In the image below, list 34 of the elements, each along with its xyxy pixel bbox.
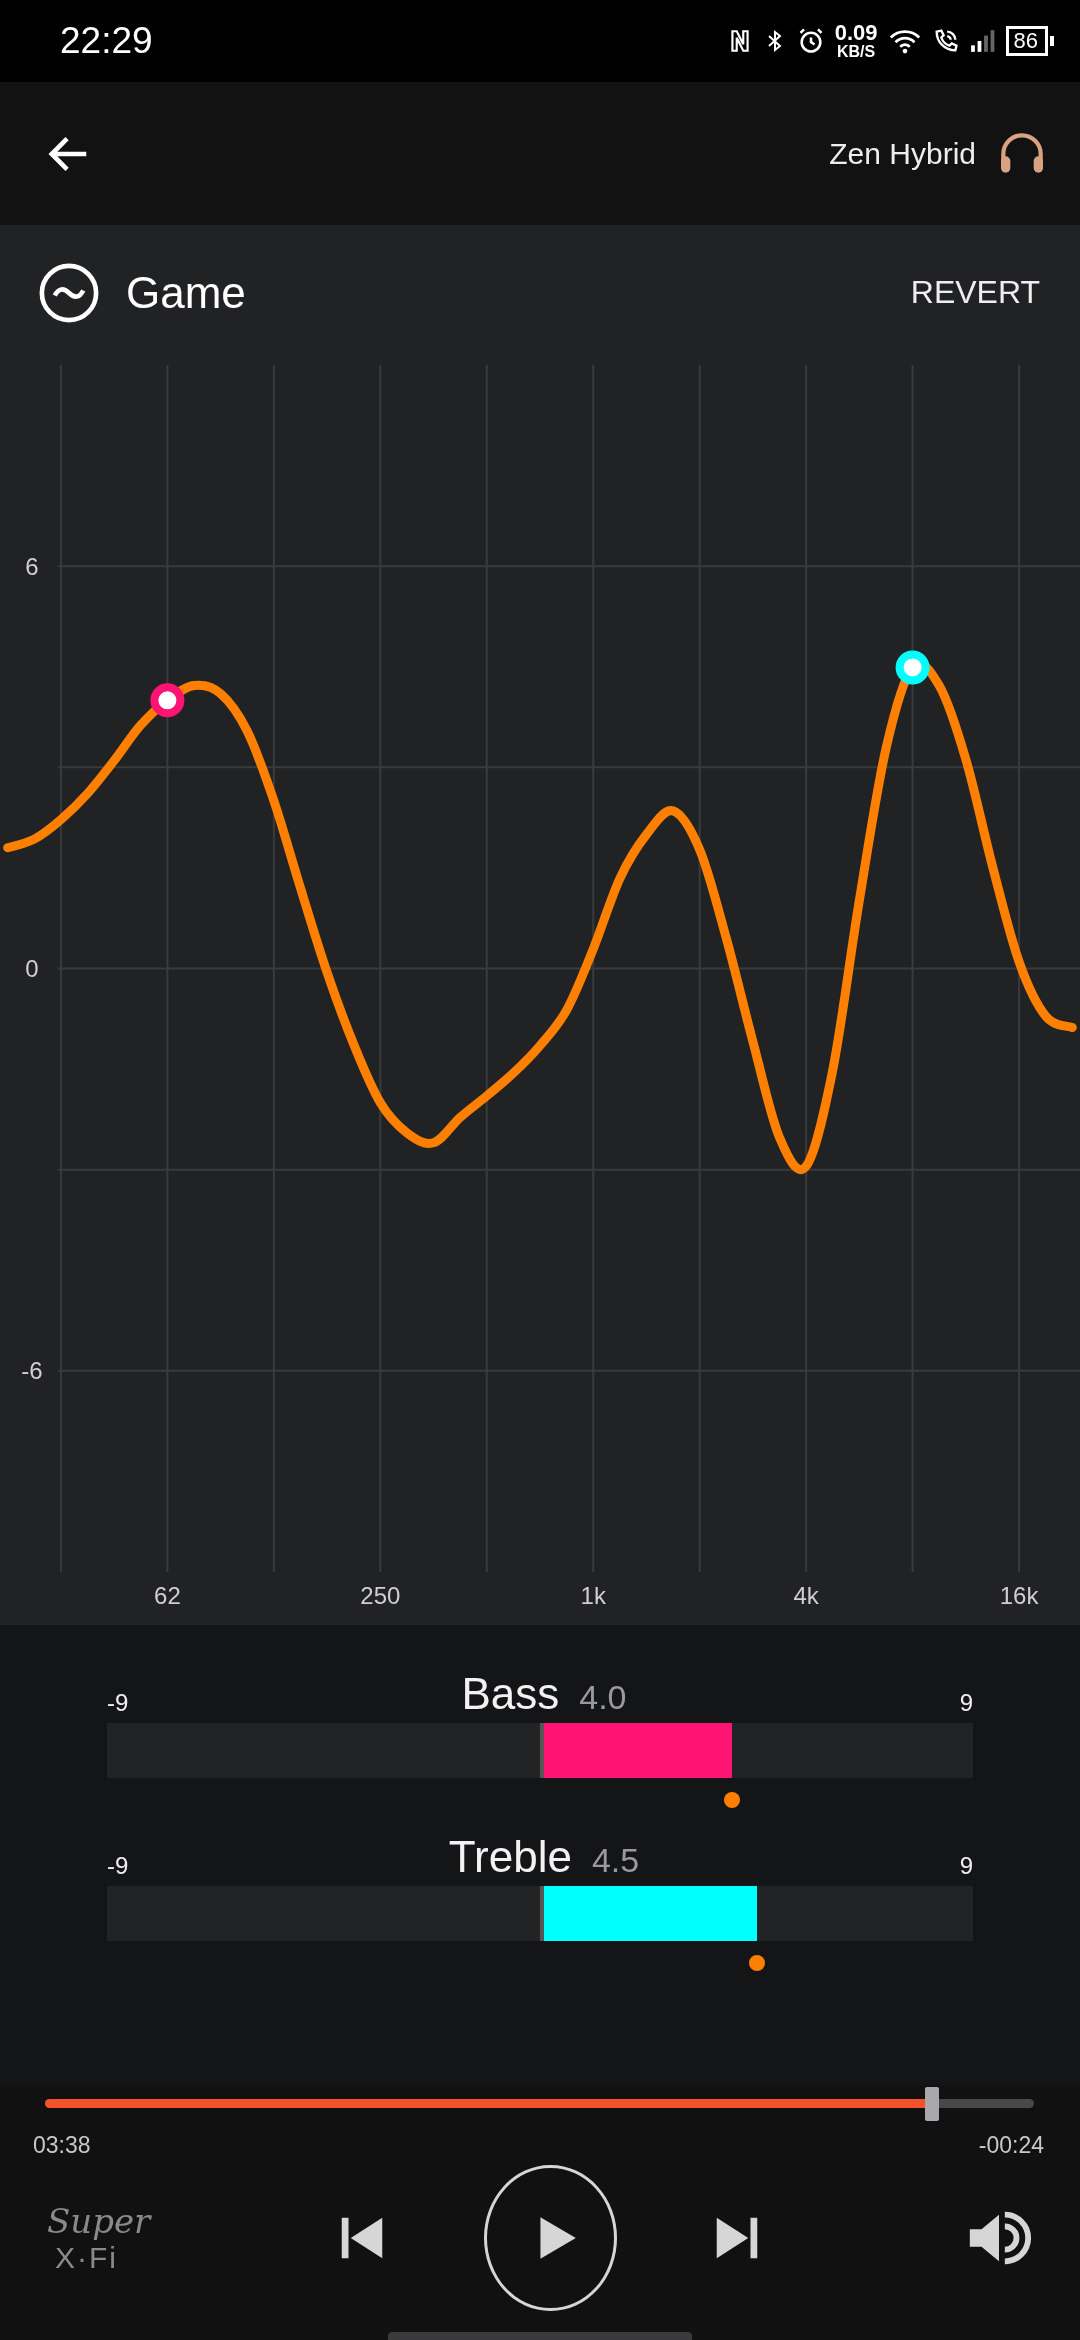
slider-label: Bass (461, 1669, 560, 1719)
slider-value: 4.5 (591, 1841, 640, 1880)
axis-label: -6 (21, 1357, 43, 1385)
slider-min-label: -9 (107, 1852, 129, 1881)
device-name: Zen Hybrid (829, 136, 976, 171)
slider-label: Treble (448, 1832, 572, 1882)
axis-label: 16k (999, 1581, 1039, 1609)
control-point[interactable] (150, 683, 185, 718)
status-time: 22:29 (60, 20, 153, 62)
play-button[interactable] (484, 2165, 617, 2311)
signal-icon (969, 28, 996, 54)
slider-thumb[interactable] (748, 1955, 765, 1971)
progress-thumb[interactable] (925, 2087, 940, 2121)
axis-label: 4k (793, 1581, 819, 1609)
wifi-icon (887, 28, 922, 54)
revert-button[interactable]: REVERT (910, 266, 1040, 319)
logo: Super X·Fi (46, 2201, 151, 2275)
elapsed-time: 03:38 (33, 2132, 91, 2159)
network-unit: KB/S (837, 44, 876, 60)
slider-value: 4.0 (579, 1678, 627, 1717)
network-speed: 0.09 (834, 22, 878, 44)
remaining-time: -00:24 (978, 2132, 1044, 2159)
axis-label: 0 (25, 955, 39, 982)
preset-name: Game (126, 267, 247, 318)
slider-max-label: 9 (959, 1852, 973, 1881)
axis-label: 6 (25, 552, 39, 580)
battery-indicator: 86 (1005, 25, 1054, 57)
slider-thumb[interactable] (724, 1792, 741, 1808)
axis-label: 62 (154, 1581, 181, 1609)
slider-max-label: 9 (959, 1689, 973, 1718)
axis-label: 1k (580, 1581, 606, 1609)
axis-label: 250 (360, 1581, 401, 1609)
preset-icon (38, 261, 100, 324)
slider-min-label: -9 (107, 1689, 129, 1718)
